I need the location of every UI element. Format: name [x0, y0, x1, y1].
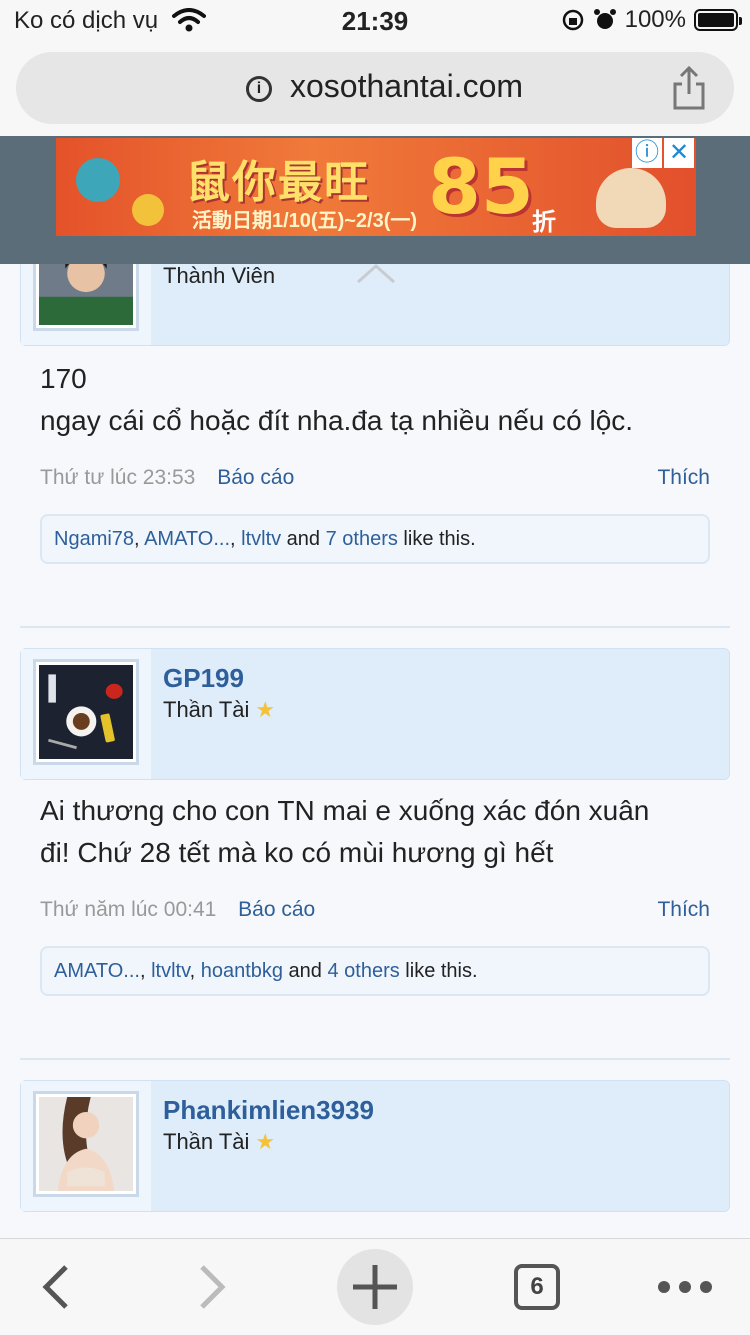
liker-link[interactable]: ltvltv — [151, 960, 190, 982]
post-line: 170 — [40, 363, 87, 394]
avatar-photo — [39, 1097, 133, 1191]
post-line: ngay cái cổ hoặc đít nha.đa tạ nhiều nếu… — [40, 405, 634, 436]
liker-link[interactable]: AMATO... — [144, 528, 230, 550]
username-link[interactable]: Phankimlien3939 — [163, 1095, 374, 1126]
site-info-icon[interactable]: i — [246, 76, 272, 102]
share-icon[interactable] — [672, 66, 706, 110]
separator: , — [134, 528, 145, 550]
plus-circle — [337, 1249, 413, 1325]
and-text: and — [283, 960, 328, 982]
post-body: 170 ngay cái cổ hoặc đít nha.đa tạ nhiều… — [40, 358, 720, 442]
post-divider — [20, 1058, 730, 1060]
report-link[interactable]: Báo cáo — [217, 466, 294, 489]
star-icon: ★ — [255, 1129, 276, 1154]
ad-info-icon[interactable]: ⓘ — [632, 138, 662, 168]
likes-tail: like this. — [397, 528, 476, 550]
tabs-button[interactable]: 6 — [506, 1239, 568, 1335]
avatar[interactable] — [33, 1091, 139, 1197]
chevron-left-icon — [42, 1265, 68, 1309]
ad-date: 活動日期1/10(五)~2/3(一) — [192, 210, 418, 232]
likes-summary: AMATO..., ltvltv, hoantbkg and 4 others … — [40, 946, 710, 996]
username-link[interactable]: GP199 — [163, 663, 244, 694]
post-header: Phankimlien3939 Thần Tài ★ — [20, 1080, 730, 1212]
post-meta: Thứ tư lúc 23:53 Báo cáo Thích — [40, 466, 710, 490]
more-button[interactable] — [650, 1239, 720, 1335]
separator: , — [139, 960, 152, 982]
alarm-icon — [593, 9, 616, 29]
liker-link[interactable]: ltvltv — [241, 528, 281, 550]
like-link[interactable]: Thích — [657, 898, 710, 922]
browser-toolbar: 6 — [0, 1238, 750, 1334]
rotation-lock-icon — [562, 9, 583, 31]
post-header: GP199 Thần Tài ★ — [20, 648, 730, 780]
chevron-right-icon — [200, 1265, 226, 1309]
ad-headline: 鼠你最旺 — [186, 158, 370, 207]
forward-button[interactable] — [178, 1239, 248, 1335]
ad-flower-graphic — [76, 158, 120, 202]
likes-tail: like this. — [399, 960, 478, 982]
ad-hamster-graphic — [596, 168, 666, 228]
status-bar: Ko có dịch vụ 21:39 100% — [0, 0, 750, 40]
ad-band-overlay: 鼠你最旺 活動日期1/10(五)~2/3(一) 85 折 ⓘ ✕ — [0, 136, 750, 264]
avatar-column — [21, 1081, 151, 1211]
post-meta: Thứ năm lúc 00:41 Báo cáo Thích — [40, 898, 710, 922]
more-dots-icon — [658, 1281, 712, 1293]
others-link[interactable]: 4 others — [327, 960, 399, 982]
user-title: Thần Tài ★ — [163, 1129, 275, 1155]
browser-header: i xosothantai.com — [0, 40, 750, 136]
separator: , — [189, 960, 201, 982]
others-link[interactable]: 7 others — [326, 528, 398, 550]
avatar-photo — [39, 665, 133, 759]
user-title-text: Thần Tài — [163, 1129, 250, 1154]
tabs-count: 6 — [514, 1264, 560, 1310]
ad-big-number: 85 — [428, 142, 534, 231]
report-link[interactable]: Báo cáo — [238, 898, 315, 921]
and-text: and — [281, 528, 326, 550]
post-date: Thứ tư lúc 23:53 — [40, 466, 196, 489]
ad-banner[interactable]: 鼠你最旺 活動日期1/10(五)~2/3(一) 85 折 — [56, 138, 696, 236]
separator: , — [230, 528, 242, 550]
back-button[interactable] — [20, 1239, 90, 1335]
post-divider — [20, 626, 730, 628]
liker-link[interactable]: Ngami78 — [54, 528, 134, 550]
like-link[interactable]: Thích — [657, 466, 710, 490]
liker-link[interactable]: AMATO... — [54, 960, 140, 982]
user-title: Thành Viên — [163, 263, 276, 288]
avatar-column — [21, 649, 151, 779]
post-body: Ai thương cho con TN mai e xuống xác đón… — [40, 790, 720, 874]
new-tab-button[interactable] — [336, 1239, 414, 1335]
post-date: Thứ năm lúc 00:41 — [40, 898, 217, 921]
address-bar[interactable]: i xosothantai.com — [16, 52, 734, 124]
user-title: Thần Tài ★ — [163, 697, 275, 723]
chevron-up-icon[interactable] — [356, 262, 396, 286]
ad-suffix: 折 — [532, 209, 556, 236]
battery-percent: 100% — [624, 6, 686, 33]
battery-icon — [694, 9, 742, 31]
star-icon: ★ — [255, 697, 276, 722]
url-text: xosothantai.com — [290, 68, 524, 104]
ad-close-icon[interactable]: ✕ — [664, 138, 694, 168]
plus-icon — [353, 1265, 397, 1309]
liker-link[interactable]: hoantbkg — [201, 960, 283, 982]
avatar[interactable] — [33, 659, 139, 765]
user-title-text: Thần Tài — [163, 697, 250, 722]
post-line: đi! Chứ 28 tết mà ko có mùi hương gì hết — [40, 837, 554, 868]
likes-summary: Ngami78, AMATO..., ltvltv and 7 others l… — [40, 514, 710, 564]
post-line: Ai thương cho con TN mai e xuống xác đón… — [40, 795, 650, 826]
